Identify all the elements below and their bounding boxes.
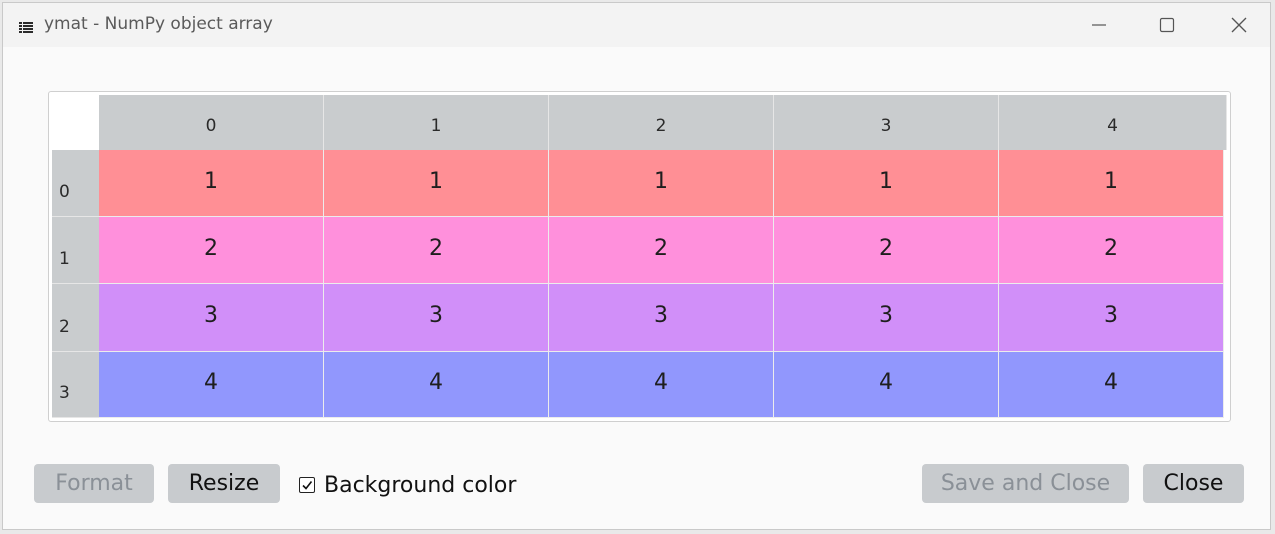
table-cell[interactable]: 2 — [324, 217, 549, 284]
resize-button[interactable]: Resize — [168, 464, 280, 503]
check-icon — [301, 476, 313, 495]
table-cell[interactable]: 3 — [99, 284, 324, 352]
window-title: ymat - NumPy object array — [44, 14, 273, 34]
maximize-button[interactable] — [1135, 3, 1199, 47]
column-header[interactable]: 3 — [774, 95, 999, 150]
save-and-close-button[interactable]: Save and Close — [922, 464, 1129, 503]
close-icon — [1230, 16, 1248, 34]
column-header[interactable]: 4 — [999, 95, 1227, 150]
table-cell[interactable]: 4 — [324, 352, 549, 418]
background-color-checkbox[interactable] — [299, 477, 315, 493]
table-cell[interactable]: 1 — [324, 150, 549, 217]
table-cell[interactable]: 3 — [774, 284, 999, 352]
maximize-icon — [1159, 17, 1175, 33]
table-cell[interactable]: 1 — [549, 150, 774, 217]
column-header[interactable]: 1 — [324, 95, 549, 150]
close-window-button[interactable] — [1207, 3, 1271, 47]
format-button[interactable]: Format — [34, 464, 154, 503]
table-corner — [52, 95, 99, 150]
row-header[interactable]: 0 — [52, 150, 99, 217]
table-cell[interactable]: 2 — [549, 217, 774, 284]
minimize-button[interactable] — [1067, 3, 1131, 47]
column-header[interactable]: 2 — [549, 95, 774, 150]
background-color-label: Background color — [324, 472, 517, 498]
row-header[interactable]: 2 — [52, 284, 99, 352]
table-cell[interactable]: 2 — [999, 217, 1224, 284]
table-cell[interactable]: 3 — [324, 284, 549, 352]
table-cell[interactable]: 4 — [549, 352, 774, 418]
row-header[interactable]: 3 — [52, 352, 99, 418]
table-cell[interactable]: 3 — [549, 284, 774, 352]
table-cell[interactable]: 1 — [99, 150, 324, 217]
background-color-toggle[interactable]: Background color — [299, 472, 516, 498]
close-button[interactable]: Close — [1143, 464, 1244, 503]
minimize-icon — [1091, 17, 1107, 33]
dialog-window: ymat - NumPy object array 01234011111122… — [2, 2, 1271, 530]
column-header[interactable]: 0 — [99, 95, 324, 150]
table-cell[interactable]: 1 — [774, 150, 999, 217]
array-table[interactable]: 01234011111122222233333344444 — [48, 91, 1231, 422]
table-cell[interactable]: 2 — [774, 217, 999, 284]
table-icon — [19, 18, 33, 33]
title-bar[interactable]: ymat - NumPy object array — [3, 3, 1270, 47]
table-cell[interactable]: 4 — [99, 352, 324, 418]
table-cell[interactable]: 1 — [999, 150, 1224, 217]
row-header[interactable]: 1 — [52, 217, 99, 284]
table-cell[interactable]: 2 — [99, 217, 324, 284]
table-cell[interactable]: 3 — [999, 284, 1224, 352]
table-cell[interactable]: 4 — [999, 352, 1224, 418]
table-cell[interactable]: 4 — [774, 352, 999, 418]
